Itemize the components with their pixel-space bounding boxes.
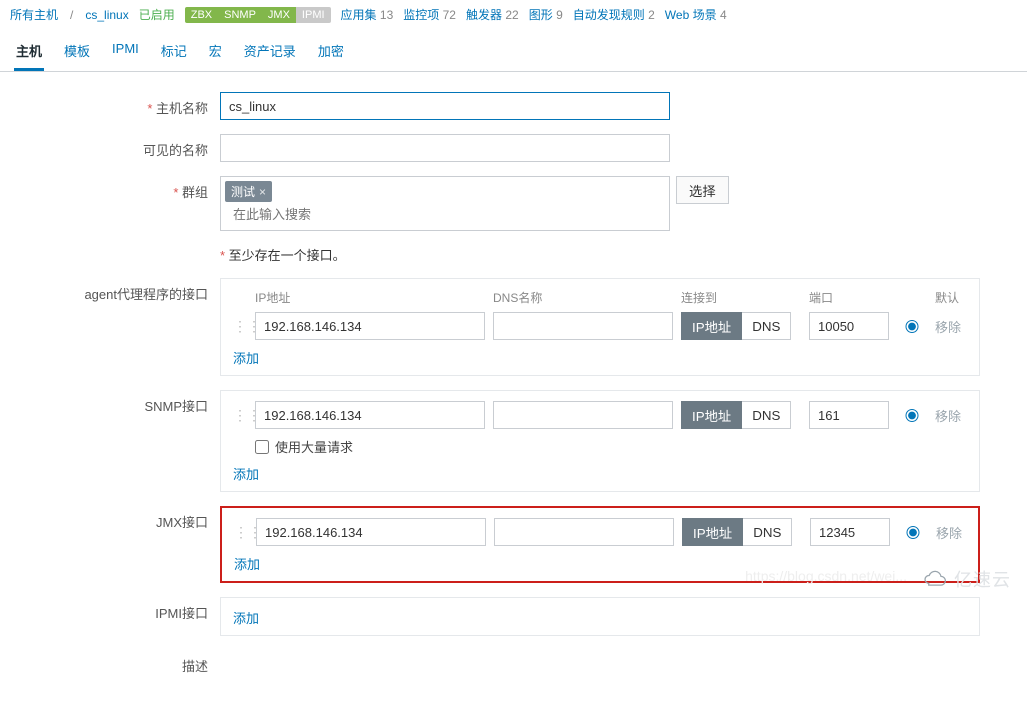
close-icon[interactable]: × xyxy=(259,185,266,199)
label-ipmi-iface: IPMI接口 xyxy=(0,597,220,622)
badge-zbx[interactable]: ZBX xyxy=(185,7,218,23)
jmx-remove-link[interactable]: 移除 xyxy=(936,523,986,542)
jmx-connect-dns[interactable]: DNS xyxy=(743,518,792,546)
ipmi-add-link[interactable]: 添加 xyxy=(233,608,259,627)
label-snmp-iface: SNMP接口 xyxy=(0,390,220,415)
jmx-interface-row: ⋮⋮ IP地址 DNS 移除 xyxy=(234,518,966,546)
groups-multiselect[interactable]: 测试 × xyxy=(220,176,670,231)
jmx-dns-input[interactable] xyxy=(494,518,674,546)
col-dns: DNS名称 xyxy=(493,289,673,306)
agent-remove-link[interactable]: 移除 xyxy=(935,317,985,336)
agent-interface-block: IP地址 DNS名称 连接到 端口 默认 ⋮⋮ IP地址 DNS xyxy=(220,278,980,376)
drag-handle-icon[interactable]: ⋮⋮ xyxy=(233,318,247,335)
label-host-name: 主机名称 xyxy=(0,92,220,117)
tabs: 主机 模板 IPMI 标记 宏 资产记录 加密 xyxy=(0,33,1027,72)
snmp-connect-dns[interactable]: DNS xyxy=(742,401,791,429)
snmp-bulk-label: 使用大量请求 xyxy=(275,437,353,456)
col-default: 默认 xyxy=(935,289,985,306)
snmp-remove-link[interactable]: 移除 xyxy=(935,406,985,425)
topbar: 所有主机 / cs_linux 已启用 ZBX SNMP JMX IPMI 应用… xyxy=(0,0,1027,29)
group-tag[interactable]: 测试 × xyxy=(225,181,272,202)
iface-hint: 至少存在一个接口。 xyxy=(220,248,346,263)
snmp-add-link[interactable]: 添加 xyxy=(233,464,259,483)
ipmi-interface-block: 添加 xyxy=(220,597,980,636)
snmp-dns-input[interactable] xyxy=(493,401,673,429)
agent-connect-dns[interactable]: DNS xyxy=(742,312,791,340)
jmx-ip-input[interactable] xyxy=(256,518,486,546)
drag-handle-icon[interactable]: ⋮⋮ xyxy=(234,524,248,541)
jmx-add-link[interactable]: 添加 xyxy=(234,554,260,573)
snmp-interface-row: ⋮⋮ IP地址 DNS 移除 xyxy=(233,401,967,429)
tab-tags[interactable]: 标记 xyxy=(159,33,189,71)
snmp-connect-ip[interactable]: IP地址 xyxy=(681,401,742,429)
snmp-port-input[interactable] xyxy=(809,401,889,429)
stat-items[interactable]: 监控项 72 xyxy=(403,6,456,23)
stat-apps[interactable]: 应用集 13 xyxy=(341,6,394,23)
jmx-port-input[interactable] xyxy=(810,518,890,546)
tab-ipmi[interactable]: IPMI xyxy=(110,33,141,71)
jmx-interface-block: ⋮⋮ IP地址 DNS 移除 添加 xyxy=(220,506,980,583)
snmp-default-radio[interactable] xyxy=(897,409,927,422)
jmx-connect-toggle: IP地址 DNS xyxy=(682,518,802,546)
stat-triggers[interactable]: 触发器 22 xyxy=(466,6,519,23)
agent-default-radio[interactable] xyxy=(897,320,927,333)
agent-connect-ip[interactable]: IP地址 xyxy=(681,312,742,340)
input-visible-name[interactable] xyxy=(220,134,670,162)
status-enabled[interactable]: 已启用 xyxy=(139,6,175,23)
breadcrumb-current[interactable]: cs_linux xyxy=(85,8,128,22)
agent-port-input[interactable] xyxy=(809,312,889,340)
stat-discovery[interactable]: 自动发现规则 2 xyxy=(573,6,655,23)
agent-add-link[interactable]: 添加 xyxy=(233,348,259,367)
label-agent-iface: agent代理程序的接口 xyxy=(0,278,220,303)
col-port: 端口 xyxy=(809,289,889,306)
host-form: 主机名称 可见的名称 群组 测试 × 选择 至少存在一个接口。 xyxy=(0,72,1027,715)
breadcrumb-all-hosts[interactable]: 所有主机 xyxy=(10,6,58,23)
agent-interface-row: ⋮⋮ IP地址 DNS 移除 xyxy=(233,312,967,340)
tab-encryption[interactable]: 加密 xyxy=(316,33,346,71)
tab-macros[interactable]: 宏 xyxy=(207,33,224,71)
col-ip: IP地址 xyxy=(255,289,485,306)
group-search-input[interactable] xyxy=(225,202,665,226)
select-group-button[interactable]: 选择 xyxy=(676,176,729,204)
badge-jmx[interactable]: JMX xyxy=(262,7,296,23)
tab-inventory[interactable]: 资产记录 xyxy=(242,33,298,71)
drag-handle-icon[interactable]: ⋮⋮ xyxy=(233,407,247,424)
tab-host[interactable]: 主机 xyxy=(14,33,44,71)
label-description: 描述 xyxy=(0,650,220,675)
agent-ip-input[interactable] xyxy=(255,312,485,340)
stat-graphs[interactable]: 图形 9 xyxy=(529,6,563,23)
label-visible-name: 可见的名称 xyxy=(0,134,220,159)
agent-dns-input[interactable] xyxy=(493,312,673,340)
snmp-ip-input[interactable] xyxy=(255,401,485,429)
jmx-connect-ip[interactable]: IP地址 xyxy=(682,518,743,546)
badge-ipmi[interactable]: IPMI xyxy=(296,7,331,23)
jmx-default-radio[interactable] xyxy=(898,526,928,539)
badge-snmp[interactable]: SNMP xyxy=(218,7,262,23)
badge-group: ZBX SNMP JMX IPMI xyxy=(185,7,331,23)
group-tag-label: 测试 xyxy=(231,183,255,200)
snmp-connect-toggle: IP地址 DNS xyxy=(681,401,801,429)
stat-web[interactable]: Web 场景 4 xyxy=(665,6,727,23)
label-groups: 群组 xyxy=(0,176,220,201)
breadcrumb-sep: / xyxy=(68,8,75,22)
input-host-name[interactable] xyxy=(220,92,670,120)
snmp-interface-block: ⋮⋮ IP地址 DNS 移除 使用大量请求 添加 xyxy=(220,390,980,492)
agent-connect-toggle: IP地址 DNS xyxy=(681,312,801,340)
tab-template[interactable]: 模板 xyxy=(62,33,92,71)
snmp-bulk-checkbox[interactable] xyxy=(255,440,269,454)
col-connect: 连接到 xyxy=(681,289,801,306)
label-jmx-iface: JMX接口 xyxy=(0,506,220,531)
